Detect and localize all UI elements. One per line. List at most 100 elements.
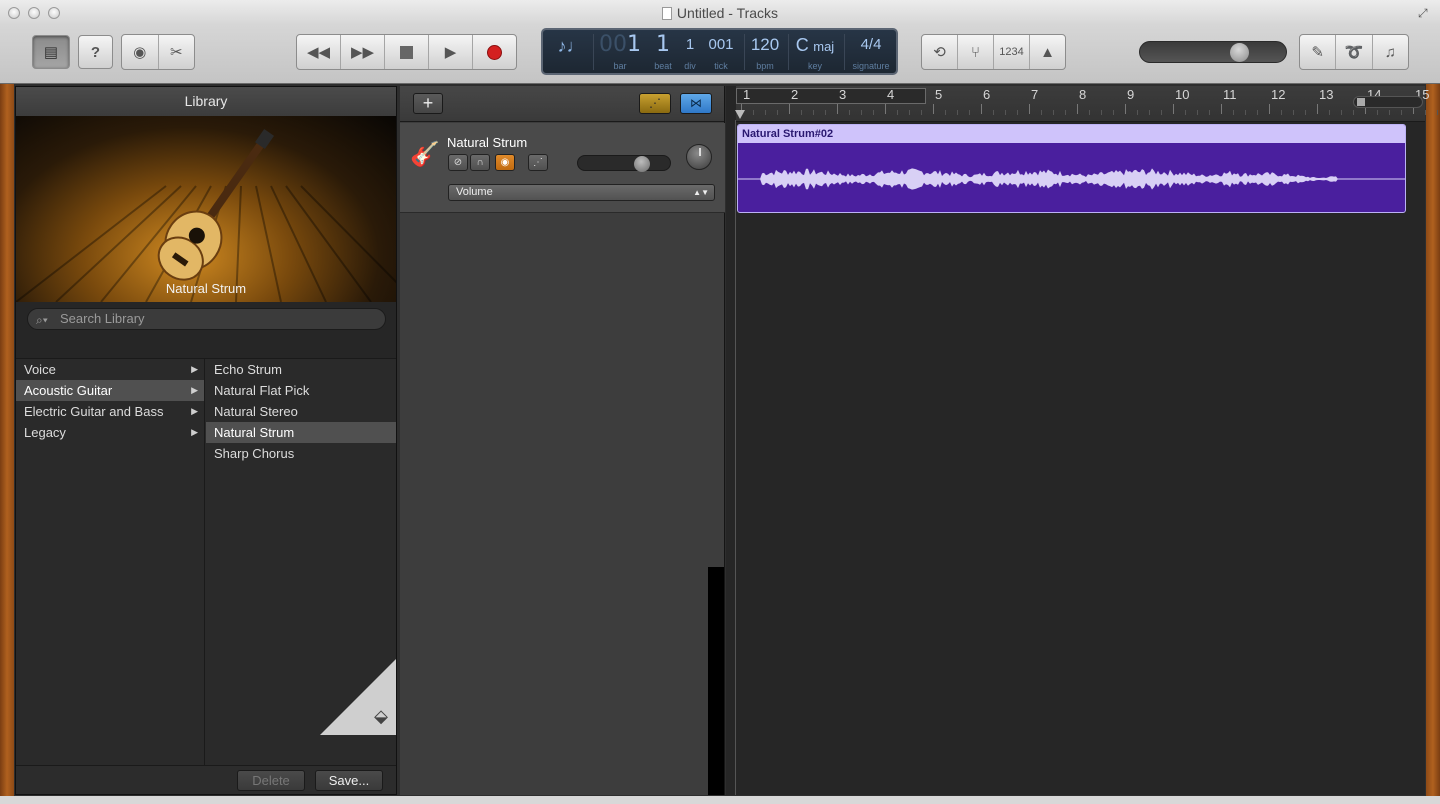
mute-button[interactable]: ⊘ xyxy=(448,154,468,171)
fast-forward-button[interactable]: ▶▶ xyxy=(341,35,385,69)
play-button[interactable]: ▶ xyxy=(429,35,473,69)
rewind-button[interactable]: ◀◀ xyxy=(297,35,341,69)
lcd-display[interactable]: ♪♩ 001 bar 1 beat 1 div 001 tick 120 bpm xyxy=(541,28,898,75)
metronome-icon: ▲ xyxy=(1040,43,1055,61)
ruler-subtick xyxy=(1377,110,1378,115)
patch-natural-stereo[interactable]: Natural Stereo xyxy=(206,401,396,422)
lcd-time-signature[interactable]: 4/4 signature xyxy=(846,32,896,72)
ruler-bar-number: 8 xyxy=(1079,87,1087,102)
ruler-subtick xyxy=(1437,110,1438,115)
master-volume-slider[interactable] xyxy=(1139,41,1287,63)
save-button[interactable]: Save... xyxy=(315,770,383,791)
ruler-subtick xyxy=(1245,110,1246,115)
track-header[interactable]: 🎸 Natural Strum ⊘ ∩ ◉ ⋰ Volume ▲▼ xyxy=(400,123,725,213)
delete-button[interactable]: Delete xyxy=(237,770,305,791)
ruler-bar-number: 10 xyxy=(1175,87,1190,102)
fast-forward-icon: ▶▶ xyxy=(350,44,375,61)
ruler-tick xyxy=(1221,104,1222,114)
stop-button[interactable] xyxy=(385,35,429,69)
note-pad-button[interactable]: ✎ xyxy=(1300,35,1337,69)
lcd-bar: 001 bar xyxy=(599,32,641,71)
ruler-tick xyxy=(1173,104,1174,114)
chevron-right-icon: ▶ xyxy=(191,385,198,395)
smart-controls-button[interactable]: ◉ xyxy=(122,35,159,69)
ruler-subtick xyxy=(753,110,754,115)
flex-icon: ⋈ xyxy=(690,96,702,110)
waveform xyxy=(738,168,1405,190)
track-volume-slider[interactable] xyxy=(577,155,671,172)
scroll-strip[interactable] xyxy=(708,567,724,795)
automation-icon: ⋰ xyxy=(649,96,661,110)
track-automation-button[interactable]: ⋰ xyxy=(528,154,548,171)
ruler-bar-number: 4 xyxy=(887,87,895,102)
transport-controls: ◀◀ ▶▶ ▶ xyxy=(296,34,517,70)
category-acoustic-guitar[interactable]: Acoustic Guitar ▶ xyxy=(16,380,204,401)
patch-natural-flat-pick[interactable]: Natural Flat Pick xyxy=(206,380,396,401)
ruler-subtick xyxy=(1185,110,1186,115)
ruler-subtick xyxy=(777,110,778,115)
category-voice[interactable]: Voice ▶ xyxy=(16,359,204,380)
zoom-knob[interactable] xyxy=(1357,98,1365,106)
category-list: Voice ▶ Acoustic Guitar ▶ Electric Guitar … xyxy=(16,359,205,766)
add-track-button[interactable]: + xyxy=(413,93,443,114)
library-browser: Voice ▶ Acoustic Guitar ▶ Electric Guitar … xyxy=(16,358,396,766)
headphones-icon: ∩ xyxy=(476,157,484,168)
search-library-field[interactable]: ⌕▾ Search Library xyxy=(27,308,386,330)
master-volume-knob[interactable] xyxy=(1230,43,1249,62)
lcd-beat: 1 beat xyxy=(654,32,672,71)
lcd-div: 1 div xyxy=(684,36,696,71)
track-volume-knob[interactable] xyxy=(634,156,650,172)
ruler-subtick xyxy=(1209,110,1210,115)
document-icon xyxy=(661,7,672,20)
zoom-slider[interactable] xyxy=(1353,96,1423,108)
ruler-bar-number: 11 xyxy=(1223,87,1237,102)
help-button[interactable]: ? xyxy=(78,35,113,69)
library-button[interactable]: ▤ xyxy=(32,35,70,69)
loop-browser-button[interactable]: ➰ xyxy=(1336,35,1373,69)
media-icon: ♫ xyxy=(1384,43,1396,61)
editors-button[interactable]: ✂ xyxy=(159,35,195,69)
ruler-subtick xyxy=(1329,110,1330,115)
tuner-button[interactable]: ⑂ xyxy=(958,35,994,69)
pan-knob[interactable] xyxy=(686,144,712,170)
ruler-tick xyxy=(885,104,886,114)
wood-side-left xyxy=(0,84,14,800)
record-button[interactable] xyxy=(473,35,516,69)
metronome-button[interactable]: ▲ xyxy=(1030,35,1065,69)
guitar-illustration xyxy=(16,128,396,302)
mute-icon: ⊘ xyxy=(453,157,463,168)
updown-icon: ▲▼ xyxy=(693,188,709,197)
record-enable-button[interactable]: ◉ xyxy=(495,154,515,171)
cycle-region[interactable] xyxy=(736,88,926,104)
wood-side-right xyxy=(1426,84,1440,800)
lcd-key[interactable]: C maj key xyxy=(790,32,840,72)
playhead[interactable] xyxy=(735,110,745,119)
ruler-subtick xyxy=(909,110,910,115)
track-name: Natural Strum xyxy=(447,135,528,150)
cycle-button[interactable]: ⟲ xyxy=(922,35,958,69)
category-legacy[interactable]: Legacy ▶ xyxy=(16,422,204,443)
flex-button[interactable]: ⋈ xyxy=(680,93,712,114)
patch-natural-strum[interactable]: Natural Strum xyxy=(206,422,396,443)
download-box-icon[interactable]: ⬙ xyxy=(374,706,388,727)
audio-region[interactable]: Natural Strum#02 xyxy=(737,124,1406,213)
count-in-button[interactable]: 1234 xyxy=(994,35,1030,69)
playhead-line xyxy=(735,120,736,795)
garageband-window: Untitled - Tracks ⤢ ▤ ? ◉ ✂ ◀◀ ▶▶ ▶ ♪♩ 0… xyxy=(0,0,1440,804)
lcd-tempo[interactable]: 120 bpm xyxy=(746,32,784,72)
automation-button[interactable]: ⋰ xyxy=(639,93,671,114)
patch-echo-strum[interactable]: Echo Strum xyxy=(206,359,396,380)
ruler-subtick xyxy=(1017,110,1018,115)
fullscreen-icon[interactable]: ⤢ xyxy=(1418,6,1432,20)
ruler-tick xyxy=(1125,104,1126,114)
ruler-tick xyxy=(933,104,934,114)
patch-sharp-chorus[interactable]: Sharp Chorus xyxy=(206,443,396,464)
window-title: Untitled - Tracks xyxy=(0,5,1440,21)
media-browser-button[interactable]: ♫ xyxy=(1373,35,1408,69)
automation-parameter-select[interactable]: Volume ▲▼ xyxy=(448,184,715,201)
category-electric-guitar-and-bass[interactable]: Electric Guitar and Bass ▶ xyxy=(16,401,204,422)
ruler[interactable]: 1 2 3 4 5 6 7 8 9 10 11 12 13 14 15 xyxy=(736,86,1438,122)
ruler-subtick xyxy=(1425,110,1426,115)
ruler-subtick xyxy=(1305,110,1306,115)
solo-button[interactable]: ∩ xyxy=(470,154,490,171)
